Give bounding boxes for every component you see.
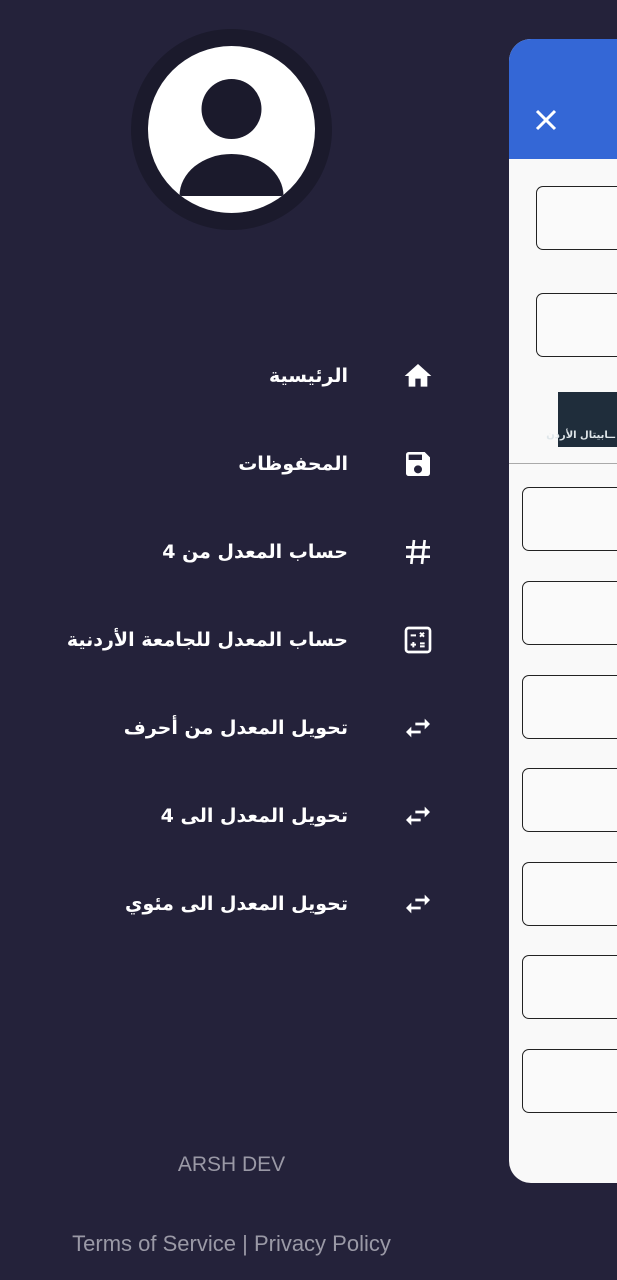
home-icon (404, 364, 432, 387)
menu-item-convert-4[interactable]: تحويل المعدل الى 4 (0, 786, 509, 846)
swap-icon (406, 718, 430, 738)
separator: | (242, 1231, 248, 1256)
swap-icon (406, 806, 430, 826)
hash-icon (406, 539, 430, 565)
input-field[interactable] (536, 186, 617, 250)
legal-links: Terms of Service | Privacy Policy (0, 1231, 463, 1257)
input-field[interactable] (522, 768, 617, 832)
menu-item-saved[interactable]: المحفوظات (0, 434, 509, 494)
privacy-link[interactable]: Privacy Policy (254, 1231, 391, 1256)
calculator-icon (404, 626, 432, 654)
menu-item-gpa-4[interactable]: حساب المعدل من 4 (0, 522, 509, 582)
close-icon[interactable] (533, 107, 559, 133)
input-field[interactable] (522, 487, 617, 551)
menu-item-convert-letters[interactable]: تحويل المعدل من أحرف (0, 698, 509, 758)
input-field[interactable] (522, 581, 617, 645)
user-icon (148, 79, 315, 213)
terms-link[interactable]: Terms of Service (72, 1231, 236, 1256)
app-bar (509, 39, 617, 159)
input-field[interactable] (522, 675, 617, 739)
menu-item-home[interactable]: الرئيسية (0, 346, 509, 406)
swap-icon (406, 894, 430, 914)
menu-item-gpa-ju[interactable]: حساب المعدل للجامعة الأردنية (0, 610, 509, 670)
menu-item-convert-percent[interactable]: تحويل المعدل الى مئوي (0, 874, 509, 934)
input-field[interactable] (522, 955, 617, 1019)
avatar (131, 29, 332, 230)
input-field[interactable] (522, 1049, 617, 1113)
developer-credit: ARSH DEV (177, 1153, 286, 1176)
input-field[interactable] (536, 293, 617, 357)
save-icon (406, 452, 430, 476)
divider (509, 463, 617, 464)
sponsor-logo: ــابيتال الأردن (546, 392, 617, 447)
background-page-card: ــابيتال الأردن (509, 39, 617, 1183)
input-field[interactable] (522, 862, 617, 926)
